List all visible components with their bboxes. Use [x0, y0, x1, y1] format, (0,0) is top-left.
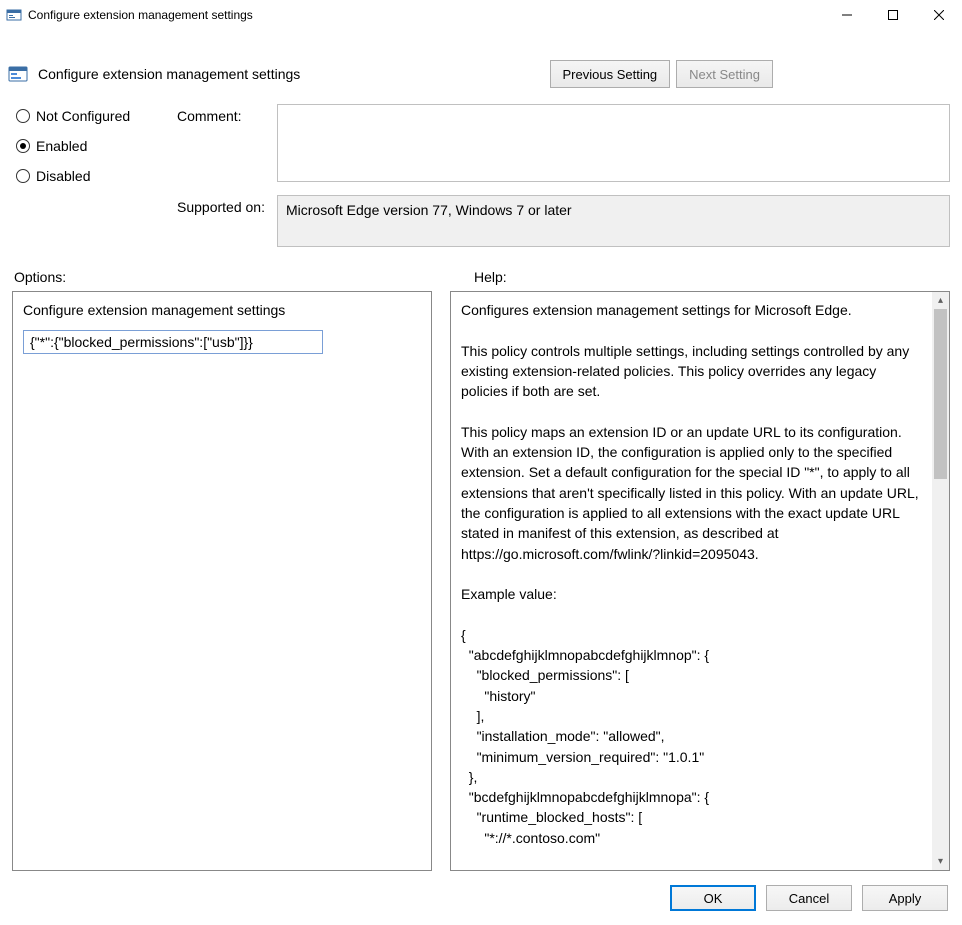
radio-label: Enabled — [36, 138, 87, 154]
help-scrollbar[interactable]: ▴ ▾ — [932, 292, 949, 870]
section-labels: Options: Help: — [0, 247, 962, 291]
scroll-down-icon[interactable]: ▾ — [932, 853, 949, 870]
app-icon — [6, 7, 22, 23]
next-setting-button[interactable]: Next Setting — [676, 60, 773, 88]
help-heading: Help: — [444, 269, 507, 285]
header: Configure extension management settings … — [0, 30, 962, 98]
radio-label: Disabled — [36, 168, 90, 184]
policy-title: Configure extension management settings — [38, 66, 300, 82]
close-button[interactable] — [916, 0, 962, 30]
radio-not-configured[interactable]: Not Configured — [16, 108, 177, 124]
options-panel: Configure extension management settings — [12, 291, 432, 871]
state-radio-group: Not Configured Enabled Disabled — [12, 104, 177, 247]
policy-icon — [8, 64, 28, 84]
minimize-button[interactable] — [824, 0, 870, 30]
scroll-track[interactable] — [932, 309, 949, 853]
radio-disabled[interactable]: Disabled — [16, 168, 177, 184]
radio-icon — [16, 109, 30, 123]
radio-label: Not Configured — [36, 108, 130, 124]
scroll-up-icon[interactable]: ▴ — [932, 292, 949, 309]
previous-setting-button[interactable]: Previous Setting — [550, 60, 671, 88]
comment-label: Comment: — [177, 104, 277, 185]
ok-button[interactable]: OK — [670, 885, 756, 911]
config-grid: Not Configured Enabled Disabled Comment:… — [0, 98, 962, 247]
help-panel: Configures extension management settings… — [450, 291, 950, 871]
scroll-thumb[interactable] — [934, 309, 947, 479]
comment-textarea[interactable] — [277, 104, 950, 182]
radio-icon — [16, 169, 30, 183]
radio-enabled[interactable]: Enabled — [16, 138, 177, 154]
options-field-input[interactable] — [23, 330, 323, 354]
dialog-footer: OK Cancel Apply — [0, 871, 962, 925]
apply-button[interactable]: Apply — [862, 885, 948, 911]
supported-on-label: Supported on: — [177, 185, 277, 247]
policy-editor-window: Configure extension management settings … — [0, 0, 962, 925]
help-text: Configures extension management settings… — [451, 292, 932, 870]
maximize-button[interactable] — [870, 0, 916, 30]
radio-icon — [16, 139, 30, 153]
comment-field-wrap — [277, 104, 950, 185]
supported-on-text: Microsoft Edge version 77, Windows 7 or … — [277, 195, 950, 247]
supported-on-field-wrap: Microsoft Edge version 77, Windows 7 or … — [277, 185, 950, 247]
nav-buttons: Previous Setting Next Setting — [550, 60, 949, 88]
options-field-label: Configure extension management settings — [23, 302, 421, 318]
cancel-button[interactable]: Cancel — [766, 885, 852, 911]
options-heading: Options: — [14, 269, 444, 285]
titlebar: Configure extension management settings — [0, 0, 962, 30]
window-title: Configure extension management settings — [28, 8, 253, 22]
panels: Configure extension management settings … — [0, 291, 962, 871]
